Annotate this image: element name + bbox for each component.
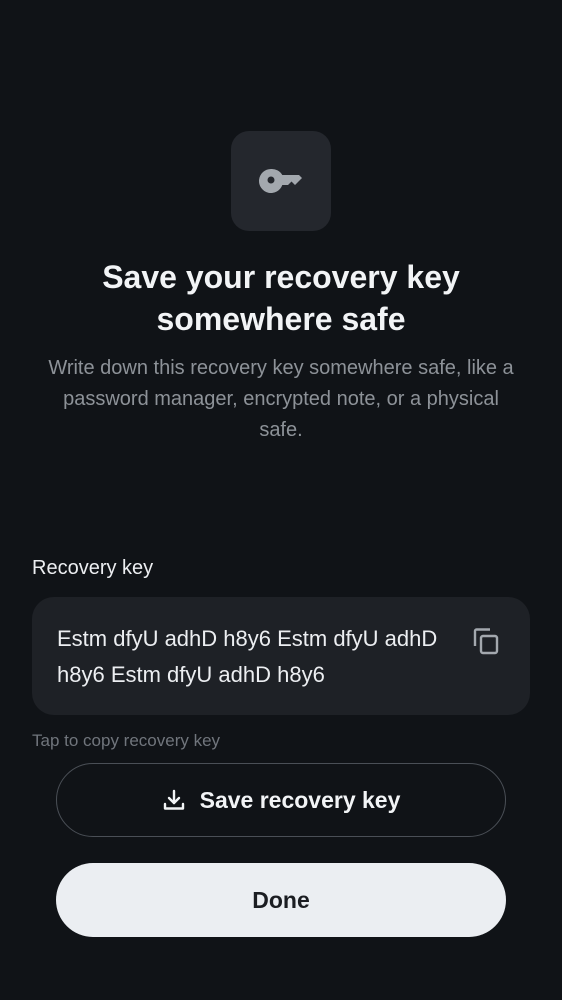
save-button-label: Save recovery key bbox=[199, 786, 401, 813]
copy-button[interactable] bbox=[468, 623, 504, 659]
recovery-key-label: Recovery key bbox=[32, 557, 154, 579]
done-button[interactable]: Done bbox=[56, 863, 506, 937]
download-icon bbox=[162, 788, 186, 812]
copy-icon bbox=[471, 626, 501, 656]
recovery-key-box[interactable]: Estm dfyU adhD h8y6 Estm dfyU adhD h8y6 … bbox=[32, 597, 530, 715]
recovery-key-value: Estm dfyU adhD h8y6 Estm dfyU adhD h8y6 … bbox=[57, 626, 438, 687]
copy-hint: Tap to copy recovery key bbox=[32, 731, 221, 750]
page-title: Save your recovery key somewhere safe bbox=[102, 259, 460, 337]
key-icon-tile bbox=[231, 131, 331, 231]
key-icon bbox=[258, 168, 304, 194]
save-recovery-key-button[interactable]: Save recovery key bbox=[56, 763, 506, 837]
page-description: Write down this recovery key somewhere s… bbox=[48, 357, 514, 441]
